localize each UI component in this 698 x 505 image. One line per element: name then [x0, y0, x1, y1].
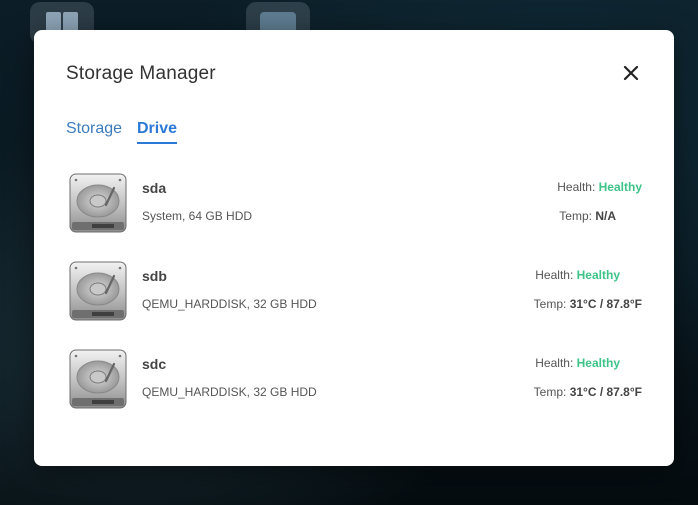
temp-value: 31°C / 87.8°F — [569, 385, 642, 399]
temp-label: Temp: — [533, 385, 567, 399]
drive-description: QEMU_HARDDISK, 32 GB HDD — [142, 297, 317, 311]
storage-manager-dialog: Storage Manager Storage Drive sda System… — [34, 30, 674, 466]
health-value: Healthy — [576, 268, 620, 282]
drive-row-sda[interactable]: sda System, 64 GB HDD Health: Healthy Te… — [34, 172, 674, 244]
close-icon — [623, 65, 639, 81]
hard-disk-icon — [69, 261, 127, 321]
health-value: Healthy — [576, 356, 620, 370]
health-label: Health: — [535, 356, 574, 370]
drive-temp: Temp: 31°C / 87.8°F — [534, 297, 642, 311]
drive-health: Health: Healthy — [535, 356, 620, 370]
temp-value: 31°C / 87.8°F — [569, 297, 642, 311]
temp-value: N/A — [595, 209, 616, 223]
drive-temp: Temp: N/A — [559, 209, 616, 223]
drive-temp: Temp: 31°C / 87.8°F — [534, 385, 642, 399]
drive-health: Health: Healthy — [557, 180, 642, 194]
drive-name: sdc — [142, 356, 167, 372]
health-label: Health: — [535, 268, 574, 282]
close-button[interactable] — [620, 62, 642, 84]
tab-drive[interactable]: Drive — [137, 120, 178, 144]
health-value: Healthy — [598, 180, 642, 194]
drive-row-sdb[interactable]: sdb QEMU_HARDDISK, 32 GB HDD Health: Hea… — [34, 260, 674, 332]
health-label: Health: — [557, 180, 596, 194]
drive-name: sda — [142, 180, 167, 196]
temp-label: Temp: — [559, 209, 592, 223]
drive-description: QEMU_HARDDISK, 32 GB HDD — [142, 385, 317, 399]
tab-storage[interactable]: Storage — [66, 120, 122, 142]
hard-disk-icon — [69, 349, 127, 409]
drive-row-sdc[interactable]: sdc QEMU_HARDDISK, 32 GB HDD Health: Hea… — [34, 348, 674, 420]
temp-label: Temp: — [533, 297, 567, 311]
hard-disk-icon — [69, 173, 127, 233]
drive-name: sdb — [142, 268, 167, 284]
drive-description: System, 64 GB HDD — [142, 209, 253, 223]
dialog-title: Storage Manager — [66, 63, 216, 84]
drive-health: Health: Healthy — [535, 268, 620, 282]
